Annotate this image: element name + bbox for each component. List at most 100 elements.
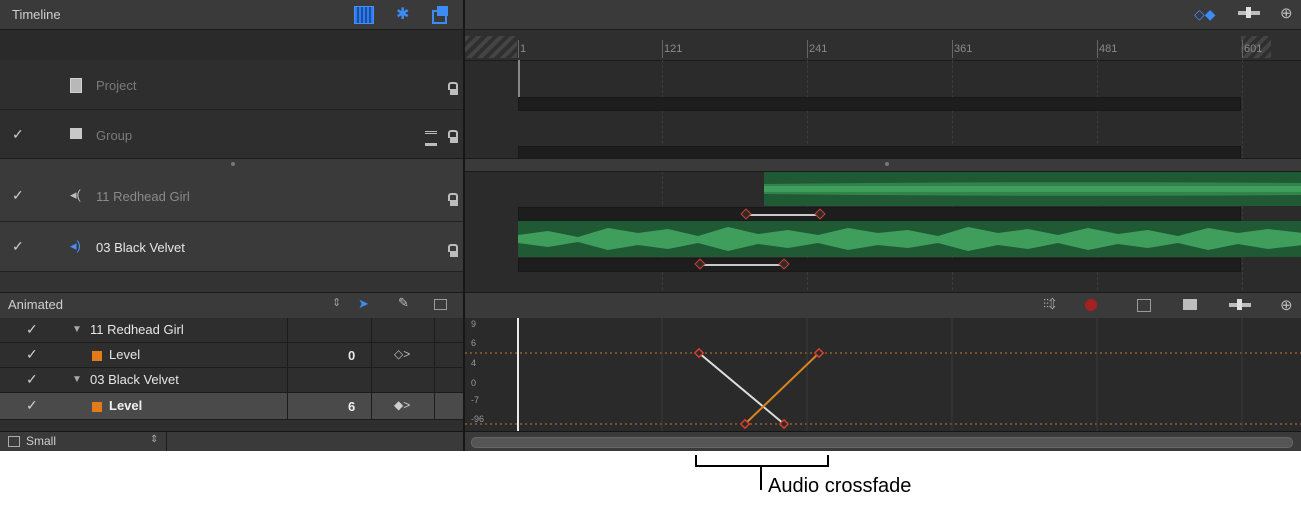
horizontal-scrollbar[interactable] [465,431,1301,451]
disclosure-triangle-icon[interactable]: ▼ [72,324,82,335]
ruler-tick [1242,40,1243,58]
footer-bar: Small ⇕ [0,431,463,451]
ruler-tick-label: 361 [954,43,973,55]
curve-axis-label: 9 [471,319,477,329]
filter-popup-arrows-icon[interactable]: ⇕ [332,296,341,309]
speaker-icon: ◂) [70,238,81,253]
ruler-tick [518,40,519,58]
curve-editor[interactable]: 9 6 4 0 -7 -96 [465,318,1301,431]
snapshot-icon[interactable] [1183,299,1197,310]
param-value[interactable]: 6 [348,399,355,414]
keyframe-nav-icon[interactable]: ◆> [394,398,410,412]
clear-curves-icon[interactable] [1085,299,1097,311]
lock-icon[interactable] [448,193,458,206]
ruler-tick-label: 601 [1244,43,1263,55]
ruler-tick-label: 481 [1099,43,1118,55]
timeline-toolbar: ◇◆ ⊕ [465,0,1301,30]
anim-row-level-2[interactable]: ✓ Level 6 ◆> [0,393,463,420]
thumbnail-size-icon [8,436,20,447]
audio-clip-redhead[interactable] [764,172,1301,206]
arrow-tool-icon[interactable]: ➤ [358,296,369,312]
ruler-tick-label: 1 [520,43,527,55]
lock-icon[interactable] [448,82,458,95]
orange-swatch-icon [92,351,102,361]
layer-name-redhead: 11 Redhead Girl [96,189,190,204]
waveform-velvet [518,227,1301,251]
zoom-icon[interactable]: ⊕ [1280,4,1293,22]
ruler-tick [1097,40,1098,58]
waveform-redhead [764,182,1301,196]
enable-checkbox[interactable]: ✓ [26,321,38,338]
audio-clip-velvet[interactable] [518,221,1301,257]
keyframe-editor-header: Animated ⇕ ➤ ✎ [0,292,463,319]
group-icon [70,128,82,139]
app-window: Timeline ✱ Project ✓ Group ✓ ◂(11 Redhe… [0,0,1301,451]
anim-row-name: Level [109,347,141,362]
show-groups-icon[interactable] [432,6,450,24]
lock-icon[interactable] [448,130,458,143]
curve-white [698,352,785,425]
curve-axis-label: 0 [471,378,477,388]
lock-icon[interactable] [448,244,458,257]
curve-axis-label: -96 [471,414,485,424]
anim-spacer [0,420,463,431]
keyframe-toolbar: ⫶⫶⇕ ⊕ [465,292,1301,319]
param-value[interactable]: 0 [348,348,355,363]
splitter-handle-right[interactable] [465,158,1301,172]
clear-icon[interactable] [434,299,447,310]
project-bar[interactable] [518,97,1241,111]
orange-swatch-icon [92,402,102,412]
layer-row-group[interactable]: ✓ Group [0,110,463,159]
playhead-top[interactable] [518,60,520,98]
anim-row-velvet[interactable]: ✓ ▼ 03 Black Velvet [0,368,463,393]
fit-curves-icon[interactable] [1137,299,1151,312]
enable-checkbox[interactable]: ✓ [26,346,38,363]
anim-row-name: Level [109,398,143,413]
show-layers-icon[interactable] [354,6,374,24]
enable-checkbox[interactable]: ✓ [12,238,24,255]
size-popup-arrows-icon[interactable]: ⇕ [150,434,158,445]
audio-bar-velvet[interactable] [518,258,1241,272]
layer-row-audio-redhead[interactable]: ✓ ◂( 11 Redhead Girl [0,171,463,222]
hatched-start [465,36,517,58]
anim-row-name: 11 Redhead Girl [90,322,184,337]
audio-bar-redhead[interactable] [518,207,1241,221]
enable-checkbox[interactable]: ✓ [12,187,24,204]
splitter-handle[interactable] [0,158,463,172]
bracket-leader [760,466,762,490]
curve-axis-label: 4 [471,358,477,368]
keyframe-nav-icon[interactable]: ◇> [394,347,410,361]
curve-zoom-slider[interactable] [1229,299,1251,310]
disclosure-triangle-icon[interactable]: ▼ [72,374,82,385]
ruler[interactable] [465,30,1301,61]
project-icon [70,78,82,93]
keyframe-toggle-icon[interactable]: ◇◆ [1194,6,1216,23]
layer-row-project[interactable]: Project [0,60,463,110]
ruler-tick [807,40,808,58]
anim-row-redhead[interactable]: ✓ ▼ 11 Redhead Girl [0,318,463,343]
curve-orange [744,352,820,425]
layer-name-velvet: 03 Black Velvet [96,240,185,255]
curve-zoom-icon[interactable]: ⊕ [1280,296,1293,314]
anim-row-level-1[interactable]: ✓ Level 0 ◇> [0,343,463,368]
layer-name-project: Project [96,78,137,93]
timeline-panel: ◇◆ ⊕ ⫶⫶⇕ ⊕ 9 6 4 0 -7 -96 1 121 241 361 … [463,0,1301,451]
timeline-title: Timeline [12,7,61,22]
size-popup[interactable]: Small [26,434,56,448]
enable-checkbox[interactable]: ✓ [26,371,38,388]
enable-checkbox[interactable]: ✓ [26,397,38,414]
animated-filter-label[interactable]: Animated [8,297,63,312]
zoom-slider[interactable] [1238,7,1260,18]
ruler-tick-label: 121 [664,43,683,55]
anim-row-name: 03 Black Velvet [90,372,179,387]
behaviors-gear-icon[interactable]: ✱ [396,4,414,23]
enable-checkbox[interactable]: ✓ [12,126,24,143]
curve-axis-label: 6 [471,338,477,348]
curve-graph [465,318,1301,431]
group-stack-icon [425,131,437,146]
pen-tool-icon[interactable]: ✎ [398,295,409,311]
layer-row-audio-velvet[interactable]: ✓ ◂) 03 Black Velvet [0,222,463,272]
speaker-icon: ◂( [70,187,81,202]
audio-waveform-popup-icon[interactable]: ⫶⫶⇕ [1043,297,1056,312]
crossfade-bracket [695,455,829,467]
